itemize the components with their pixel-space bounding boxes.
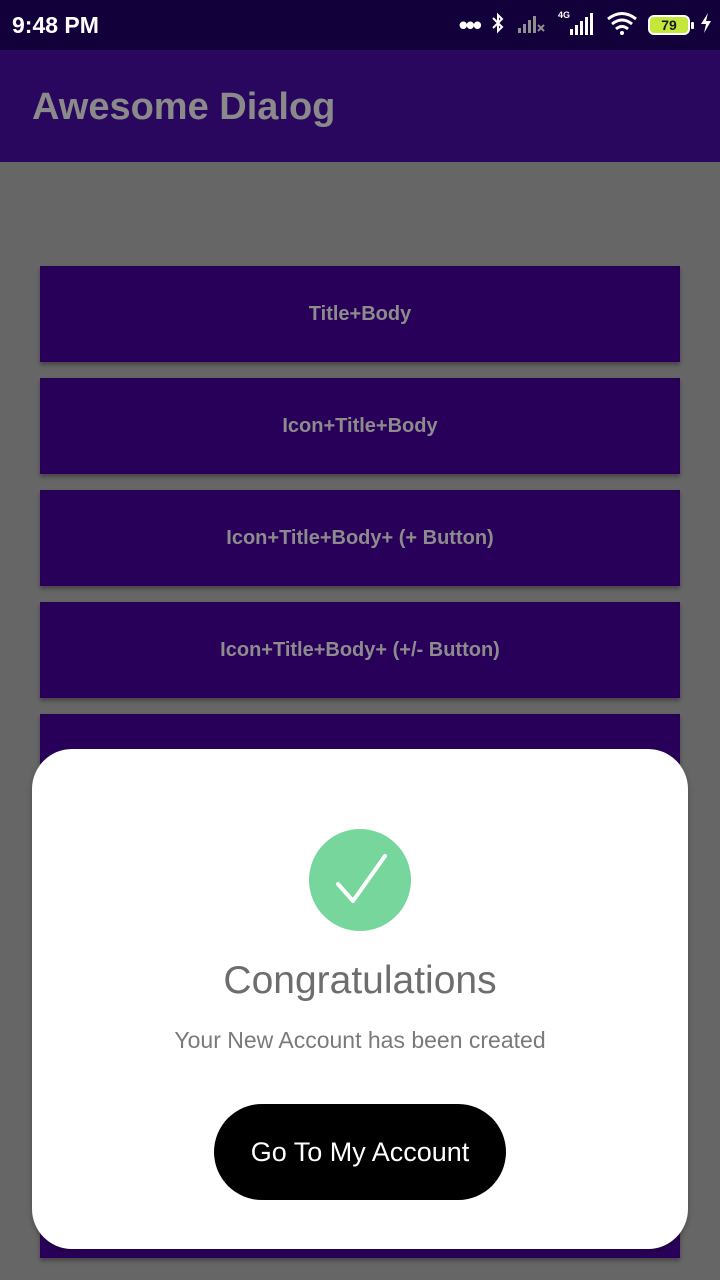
signal-4g-icon: 4G xyxy=(556,10,596,41)
bluetooth-icon xyxy=(490,11,506,40)
battery-icon: 79 xyxy=(648,15,694,35)
status-bar: 9:48 PM ••• 4G 79 xyxy=(0,0,720,50)
dots-icon: ••• xyxy=(458,10,482,40)
title-body-button[interactable]: Title+Body xyxy=(40,266,680,362)
icon-title-body-two-buttons-button[interactable]: Icon+Title+Body+ (+/- Button) xyxy=(40,602,680,698)
network-label: 4G xyxy=(558,10,570,20)
dialog-title: Congratulations xyxy=(223,959,497,1002)
signal-muted-icon xyxy=(516,12,546,39)
icon-title-body-one-button-button[interactable]: Icon+Title+Body+ (+ Button) xyxy=(40,490,680,586)
success-dialog: Congratulations Your New Account has bee… xyxy=(32,749,688,1249)
status-time: 9:48 PM xyxy=(12,12,99,38)
app-title: Awesome Dialog xyxy=(32,86,336,128)
app-bar: Awesome Dialog xyxy=(0,50,720,162)
go-to-account-button[interactable]: Go To My Account xyxy=(214,1104,506,1200)
wifi-icon xyxy=(606,11,638,40)
dialog-body: Your New Account has been created xyxy=(174,1027,546,1053)
status-icons: ••• 4G 79 xyxy=(459,10,712,40)
icon-title-body-button[interactable]: Icon+Title+Body xyxy=(40,378,680,474)
charging-icon xyxy=(700,12,712,39)
check-icon xyxy=(309,829,411,931)
